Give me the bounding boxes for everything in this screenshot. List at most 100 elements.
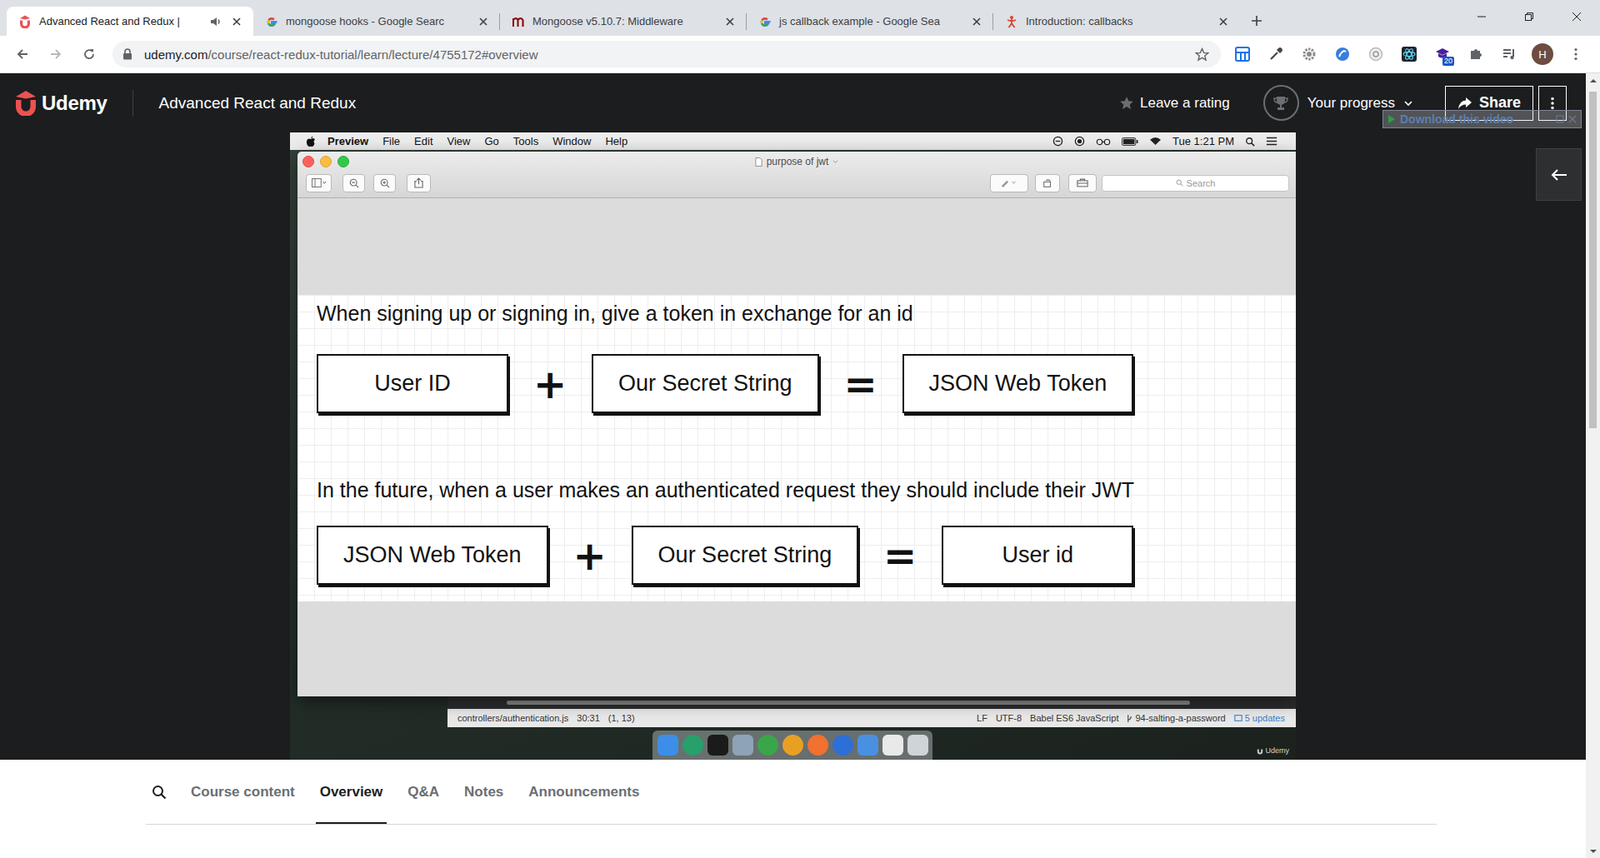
preview-title-text: purpose of jwt [766,155,830,168]
eyedropper-icon [1268,46,1284,62]
scroll-up-icon [1590,78,1597,84]
course-tab[interactable]: Notes [460,760,508,825]
collapse-sidebar-button[interactable] [1535,148,1582,201]
browser-tab[interactable]: Introduction: callbacks [993,6,1240,36]
udemy-logo[interactable]: Udemy [15,90,108,116]
course-tab[interactable]: Q&A [403,760,444,825]
extension-button[interactable] [1225,40,1260,69]
status-file[interactable]: controllers/authentication.js [457,713,569,724]
browser-tab[interactable]: mongoose hooks - Google Searc [253,6,500,36]
browser-tab[interactable]: js callback example - Google Sea [746,6,994,36]
extensions-menu-button[interactable] [1459,40,1493,69]
markup-button[interactable] [990,174,1029,193]
search-button[interactable] [148,760,170,825]
minimize-button[interactable] [1457,0,1505,36]
menubar-item[interactable]: Tools [513,135,539,148]
extension-button[interactable] [1292,40,1326,69]
preview-title[interactable]: purpose of jwt [755,155,840,168]
chrome-menu-button[interactable] [1559,40,1593,69]
minimize-light[interactable] [320,155,332,168]
diagram-box: User ID [316,354,509,414]
browser-tab[interactable]: Mongoose v5.10.7: Middleware [500,6,747,36]
leave-rating-button[interactable]: Leave a rating [1119,95,1230,112]
expand-icon[interactable] [1555,115,1565,124]
zoom-light[interactable] [337,155,350,168]
preview-search-field[interactable]: Search [1101,175,1290,192]
diagram-box: JSON Web Token [902,354,1135,414]
close-tab-icon[interactable] [476,15,490,29]
close-window-button[interactable] [1552,0,1600,36]
status-line-ending[interactable]: LF [976,713,988,724]
close-tab-icon[interactable] [723,15,737,29]
extension-button[interactable]: 20 [1425,40,1460,69]
dock-app-icon[interactable] [857,735,879,756]
course-title[interactable]: Advanced React and Redux [159,94,357,113]
back-button[interactable] [8,40,37,69]
editor-scrollbar-thumb[interactable] [506,700,1190,705]
extension-button[interactable] [1325,40,1360,69]
download-label: Download this video [1400,112,1552,126]
scrollbar-thumb[interactable] [1589,91,1597,429]
address-bar[interactable]: udemy.com/course/react-redux-tutorial/le… [112,40,1221,68]
status-encoding[interactable]: UTF-8 [995,713,1022,724]
menubar-item[interactable]: Window [552,135,591,148]
status-updates[interactable]: 5 updates [1234,713,1285,724]
dock-app-icon[interactable] [707,735,729,756]
sidebar-button[interactable] [305,174,332,193]
menubar-item[interactable]: Edit [414,135,433,148]
scroll-down-button[interactable] [1585,844,1600,858]
video-player[interactable]: PreviewFileEditViewGoToolsWindowHelpTue … [0,132,1586,760]
close-tab-icon[interactable] [970,15,984,29]
close-overlay-icon[interactable] [1568,115,1577,124]
reload-button[interactable] [75,40,104,69]
course-tab[interactable]: Course content [186,760,300,825]
chevron-down-icon [1403,98,1414,109]
dock-app-icon[interactable] [832,735,854,756]
status-cursor[interactable]: 30:31 [576,713,600,724]
updates-label: 5 updates [1245,713,1285,724]
dock-app-icon[interactable] [882,735,904,756]
bookmark-star-icon[interactable] [1195,47,1210,62]
menubar-item[interactable]: File [382,135,400,148]
dock-app-icon[interactable] [757,735,779,756]
title-chevron-icon [832,160,839,165]
course-tab[interactable]: Announcements [524,760,644,825]
status-branch[interactable]: 94-salting-a-password [1126,713,1225,724]
close-tab-icon[interactable] [1216,15,1230,29]
scroll-up-button[interactable] [1585,73,1600,88]
extension-button[interactable] [1392,40,1426,69]
dock-app-icon[interactable] [682,735,704,756]
restore-button[interactable] [1505,0,1553,36]
dock-app-icon[interactable] [657,735,679,756]
menubar-item[interactable]: View [447,135,471,148]
zoom-out-icon [349,178,360,189]
status-grammar[interactable]: Babel ES6 JavaScript [1030,713,1119,724]
forward-button[interactable] [41,40,70,69]
dock-app-icon[interactable] [782,735,804,756]
menubar-item[interactable]: Help [605,135,628,148]
zoom-in-button[interactable] [373,174,396,193]
menubar-app-name[interactable]: Preview [327,135,369,148]
media-button[interactable] [1492,40,1526,69]
close-light[interactable] [302,155,315,168]
extension-button[interactable] [1259,40,1293,69]
share-sheet-button[interactable] [406,174,431,193]
toolbox-button[interactable] [1068,174,1097,193]
extension-button[interactable] [1359,40,1393,69]
rotate-button[interactable] [1035,174,1060,193]
course-tab[interactable]: Overview [315,760,388,825]
close-tab-icon[interactable] [230,15,244,29]
spotlight-icon [1245,136,1255,147]
menubar-item[interactable]: Go [484,135,499,148]
download-video-overlay[interactable]: Download this video [1382,110,1582,129]
dock-app-icon[interactable] [807,735,829,756]
new-tab-icon[interactable] [1250,14,1264,28]
zoom-out-button[interactable] [342,174,365,193]
dock-app-icon[interactable] [732,735,754,756]
browser-tab[interactable]: Advanced React and Redux | [6,6,254,36]
dock-app-icon[interactable] [907,735,929,756]
profile-button[interactable]: H [1525,40,1560,69]
rotate-icon [1042,178,1053,189]
speaker-icon[interactable] [209,15,223,29]
minimize-icon [1476,11,1487,22]
